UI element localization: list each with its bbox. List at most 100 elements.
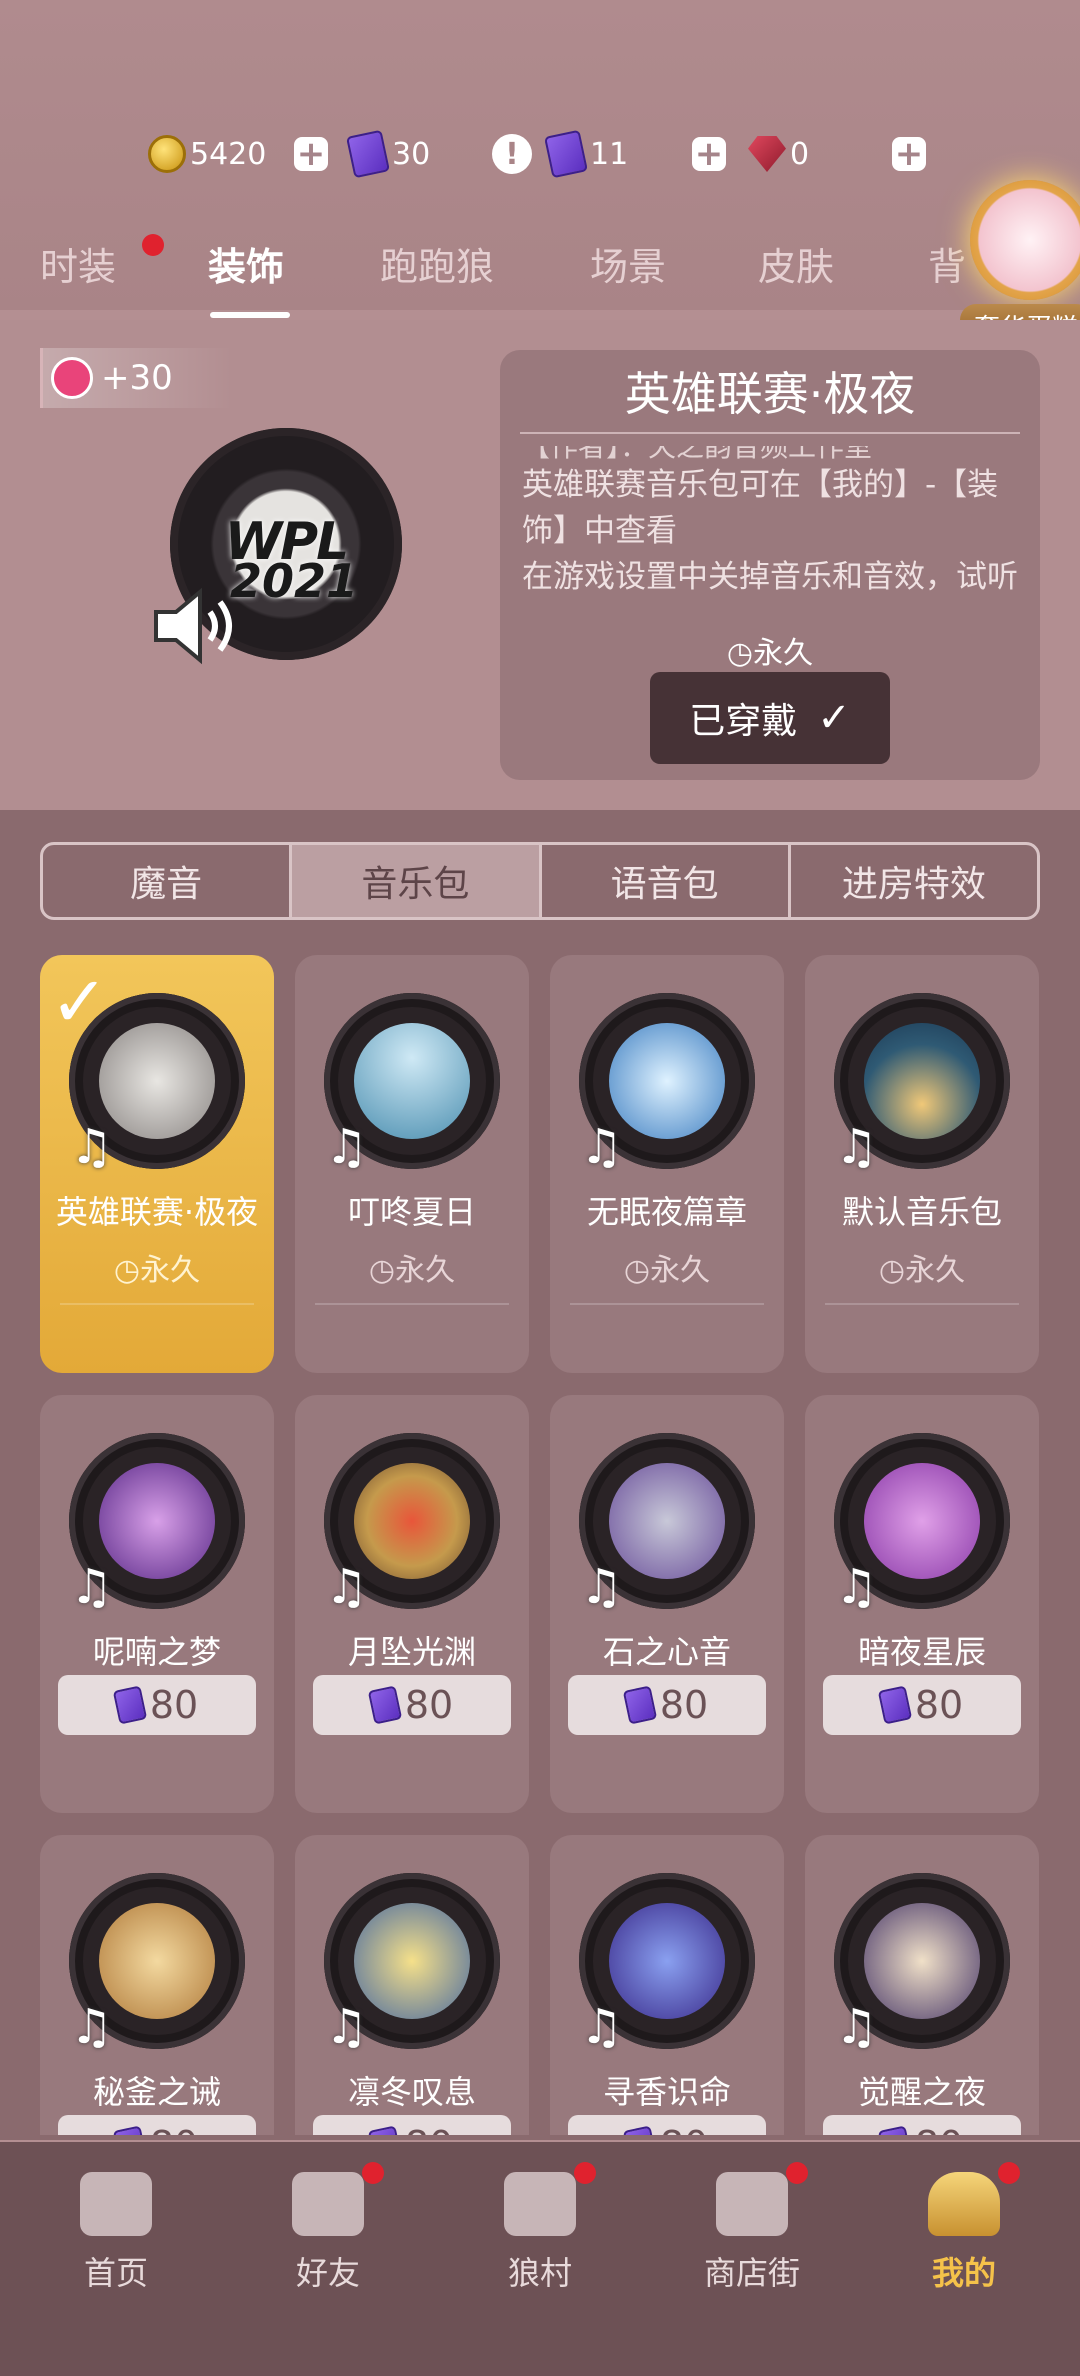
tab-scene[interactable]: 场景: [590, 236, 666, 291]
sub-tabs: 魔音 音乐包 语音包 进房特效: [40, 842, 1040, 920]
pack-name: 凛冬叹息: [347, 2073, 476, 2111]
music-note-icon: ♫: [70, 1559, 114, 1615]
add-coins-button[interactable]: +: [294, 137, 328, 171]
validity-text: 永久: [753, 636, 814, 671]
card-balance: 11: [544, 128, 629, 180]
tab-fashion[interactable]: 时装: [40, 236, 116, 291]
price-value: 80: [150, 2123, 198, 2135]
nav-shop-street[interactable]: 商店街: [682, 2172, 822, 2294]
nav-friends[interactable]: 好友: [258, 2172, 398, 2294]
price-tag[interactable]: 80: [568, 1675, 766, 1735]
speaker-icon[interactable]: [150, 586, 250, 666]
village-notification-dot: [574, 2162, 596, 2184]
music-pack-card[interactable]: ♫ 呢喃之梦 80: [40, 1395, 274, 1813]
shop-icon: [716, 2172, 788, 2236]
worn-label: 已穿戴: [689, 701, 798, 742]
home-icon: [80, 2172, 152, 2236]
music-note-icon: ♫: [325, 1999, 369, 2055]
price-tag[interactable]: 80: [823, 2115, 1021, 2135]
price-value: 80: [149, 1683, 199, 1727]
item-description[interactable]: 【作者】：天之韵音频工作室 英雄联赛音乐包可在【我的】-【装饰】中查看 在游戏设…: [522, 446, 1022, 596]
nav-home[interactable]: 首页: [46, 2172, 186, 2294]
subtab-voice-pack[interactable]: 语音包: [542, 845, 791, 917]
music-note-icon: ♫: [70, 1999, 114, 2055]
pack-name: 无眠夜篇章: [586, 1193, 747, 1231]
purple-card-icon: [544, 129, 588, 179]
hourglass-ticket-icon: [346, 129, 390, 179]
card-divider: [60, 1303, 254, 1305]
subtab-music-pack[interactable]: 音乐包: [292, 845, 542, 917]
music-note-icon: ♫: [835, 1559, 879, 1615]
glasses-charm-icon: [51, 357, 93, 399]
desc-author-line: 【作者】：天之韵音频工作室: [522, 446, 873, 463]
music-note-icon: ♫: [835, 1119, 879, 1175]
pack-validity: ◷永久: [113, 1253, 201, 1288]
nav-village-label: 狼村: [507, 2254, 572, 2292]
price-tag[interactable]: 80: [313, 1675, 511, 1735]
purple-card-icon: [112, 2125, 148, 2135]
purple-card-icon: [622, 2125, 658, 2135]
nav-village[interactable]: 狼村: [470, 2172, 610, 2294]
price-tag[interactable]: 80: [568, 2115, 766, 2135]
cake-icon: [970, 180, 1080, 300]
purple-card-icon: [112, 1685, 148, 1725]
music-pack-card[interactable]: ♫ 秘釜之诫 80: [40, 1835, 274, 2135]
price-tag[interactable]: 80: [58, 1675, 256, 1735]
add-gems-button[interactable]: +: [892, 137, 926, 171]
title-divider: [520, 432, 1020, 434]
music-pack-card[interactable]: ♫ 默认音乐包 ◷永久: [805, 955, 1039, 1373]
pack-name: 叮咚夏日: [347, 1193, 476, 1231]
music-pack-card[interactable]: ♫ 暗夜星辰 80: [805, 1395, 1039, 1813]
music-pack-card[interactable]: ♫ 月坠光渊 80: [295, 1395, 529, 1813]
music-pack-grid: ♫ ✓ 英雄联赛·极夜 ◷永久 ♫ 叮咚夏日 ◷永久 ♫ 无眠夜篇章 ◷永久 ♫…: [40, 955, 1040, 2135]
music-pack-card[interactable]: ♫ 叮咚夏日 ◷永久: [295, 955, 529, 1373]
desc-line-1: 英雄联赛音乐包可在【我的】-【装饰】中查看: [522, 467, 999, 549]
price-value: 80: [914, 1683, 964, 1727]
subtab-entry-effect[interactable]: 进房特效: [791, 845, 1037, 917]
music-note-icon: ♫: [580, 1559, 624, 1615]
tab-decoration[interactable]: 装饰: [208, 236, 284, 291]
shop-notification-dot: [786, 2162, 808, 2184]
pack-name: 呢喃之梦: [92, 1633, 221, 1671]
music-note-icon: ♫: [325, 1559, 369, 1615]
friends-notification-dot: [362, 2162, 384, 2184]
price-tag[interactable]: 80: [313, 2115, 511, 2135]
pack-name: 英雄联赛·极夜: [55, 1193, 259, 1231]
card-count: 11: [590, 136, 629, 172]
charm-badge: +30: [40, 348, 233, 408]
check-icon: ✓: [817, 695, 851, 741]
add-cards-button[interactable]: +: [692, 137, 726, 171]
music-pack-card[interactable]: ♫ 无眠夜篇章 ◷永久: [550, 955, 784, 1373]
card-divider: [570, 1303, 764, 1305]
desc-line-2: 在游戏设置中关掉音乐和音效，试听一下完整歌吧: [522, 559, 1018, 595]
card-divider: [825, 1303, 1019, 1305]
purple-card-icon: [367, 1685, 403, 1725]
info-alert-icon[interactable]: !: [492, 134, 532, 174]
ticket-balance: 30: [346, 128, 430, 180]
music-pack-card[interactable]: ♫ 寻香识命 80: [550, 1835, 784, 2135]
pack-name: 寻香识命: [602, 2073, 731, 2111]
purple-card-icon: [877, 1685, 913, 1725]
music-pack-card[interactable]: ♫ 石之心音 80: [550, 1395, 784, 1813]
music-pack-card[interactable]: ♫ ✓ 英雄联赛·极夜 ◷永久: [40, 955, 274, 1373]
music-note-icon: ♫: [580, 1999, 624, 2055]
pack-name: 月坠光渊: [347, 1633, 476, 1671]
nav-me[interactable]: 我的: [894, 2172, 1034, 2294]
price-value: 80: [405, 2123, 453, 2135]
purple-card-icon: [877, 2125, 913, 2135]
price-tag[interactable]: 80: [823, 1675, 1021, 1735]
subtab-magic-voice[interactable]: 魔音: [43, 845, 293, 917]
price-value: 80: [660, 2123, 708, 2135]
tab-skin[interactable]: 皮肤: [758, 236, 834, 291]
music-pack-card[interactable]: ♫ 觉醒之夜 80: [805, 1835, 1039, 2135]
item-validity: ◷永久: [500, 628, 1040, 672]
me-icon: [928, 2172, 1000, 2236]
gem-count: 0: [790, 136, 810, 172]
worn-button[interactable]: 已穿戴 ✓: [650, 672, 890, 764]
price-value: 80: [659, 1683, 709, 1727]
selected-check-icon: ✓: [50, 961, 109, 1043]
price-tag[interactable]: 80: [58, 2115, 256, 2135]
music-pack-card[interactable]: ♫ 凛冬叹息 80: [295, 1835, 529, 2135]
tab-running-wolf[interactable]: 跑跑狼: [380, 236, 494, 291]
me-notification-dot: [998, 2162, 1020, 2184]
